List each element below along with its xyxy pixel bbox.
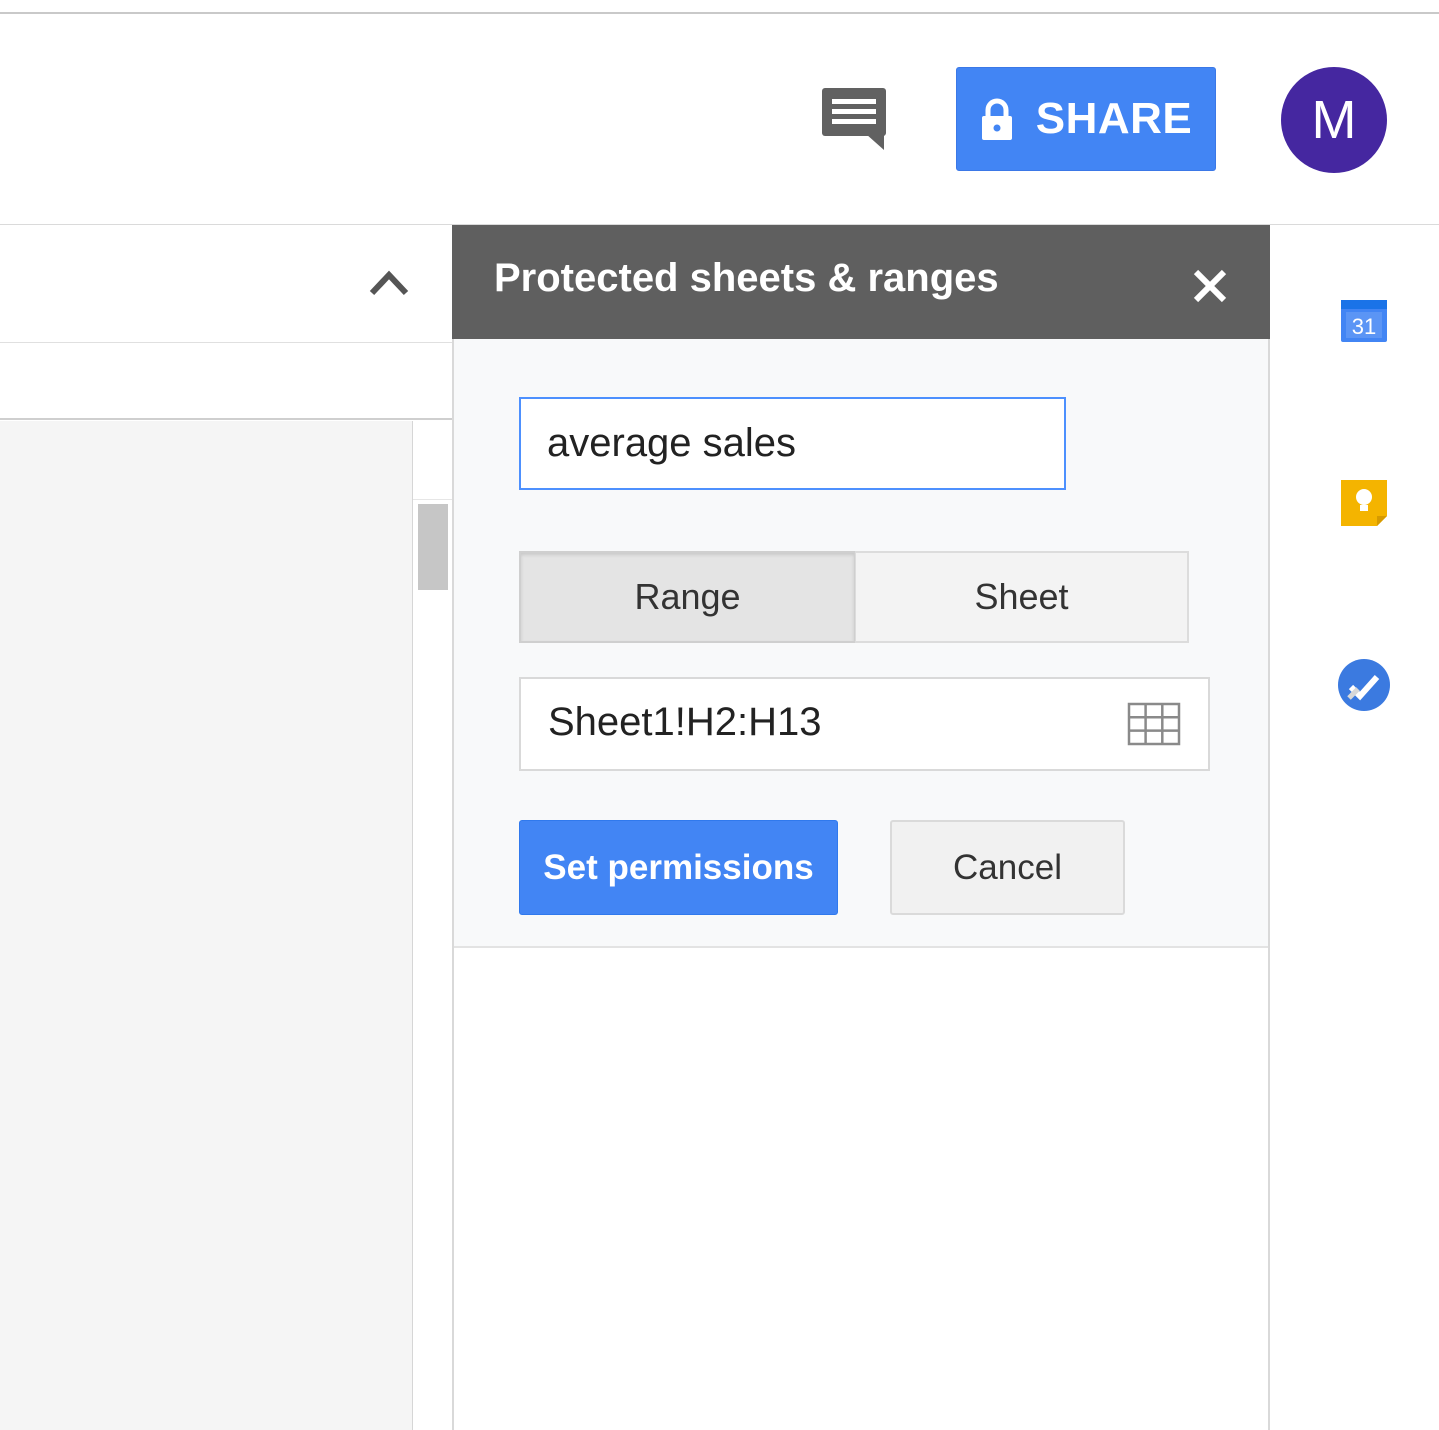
sheet-tab-label: Sheet (974, 576, 1069, 617)
cancel-button[interactable]: Cancel (890, 820, 1125, 915)
close-icon[interactable] (1189, 265, 1231, 307)
avatar-initial: M (1311, 90, 1357, 150)
grid-select-icon[interactable] (1127, 702, 1181, 746)
scrollbar-divider (413, 499, 453, 500)
avatar[interactable]: M (1281, 67, 1387, 173)
share-label: SHARE (1035, 94, 1193, 143)
formula-bar-area (0, 344, 452, 420)
range-tab[interactable]: Range (519, 551, 855, 643)
side-addon-rail (1270, 226, 1439, 1430)
sheet-tab[interactable]: Sheet (855, 551, 1189, 643)
range-value: Sheet1!H2:H13 (548, 700, 822, 744)
chevron-up-icon[interactable] (366, 265, 412, 299)
range-tab-label: Range (634, 576, 741, 617)
panel-title: Protected sheets & ranges (494, 256, 999, 300)
calendar-icon[interactable]: 31 (1338, 297, 1394, 353)
set-permissions-label: Set permissions (543, 847, 814, 887)
spreadsheet-grid[interactable] (0, 421, 413, 1430)
tasks-icon[interactable] (1336, 657, 1392, 713)
keep-icon[interactable] (1338, 475, 1394, 531)
share-button[interactable]: SHARE (956, 67, 1216, 171)
set-permissions-button[interactable]: Set permissions (519, 820, 838, 915)
lock-icon (980, 97, 1014, 141)
scrollbar-thumb[interactable] (418, 504, 448, 590)
header-bar (0, 14, 1439, 225)
calendar-day: 31 (1352, 314, 1376, 339)
cancel-label: Cancel (953, 847, 1062, 887)
comments-icon[interactable] (820, 86, 888, 152)
description-input[interactable] (519, 397, 1066, 490)
